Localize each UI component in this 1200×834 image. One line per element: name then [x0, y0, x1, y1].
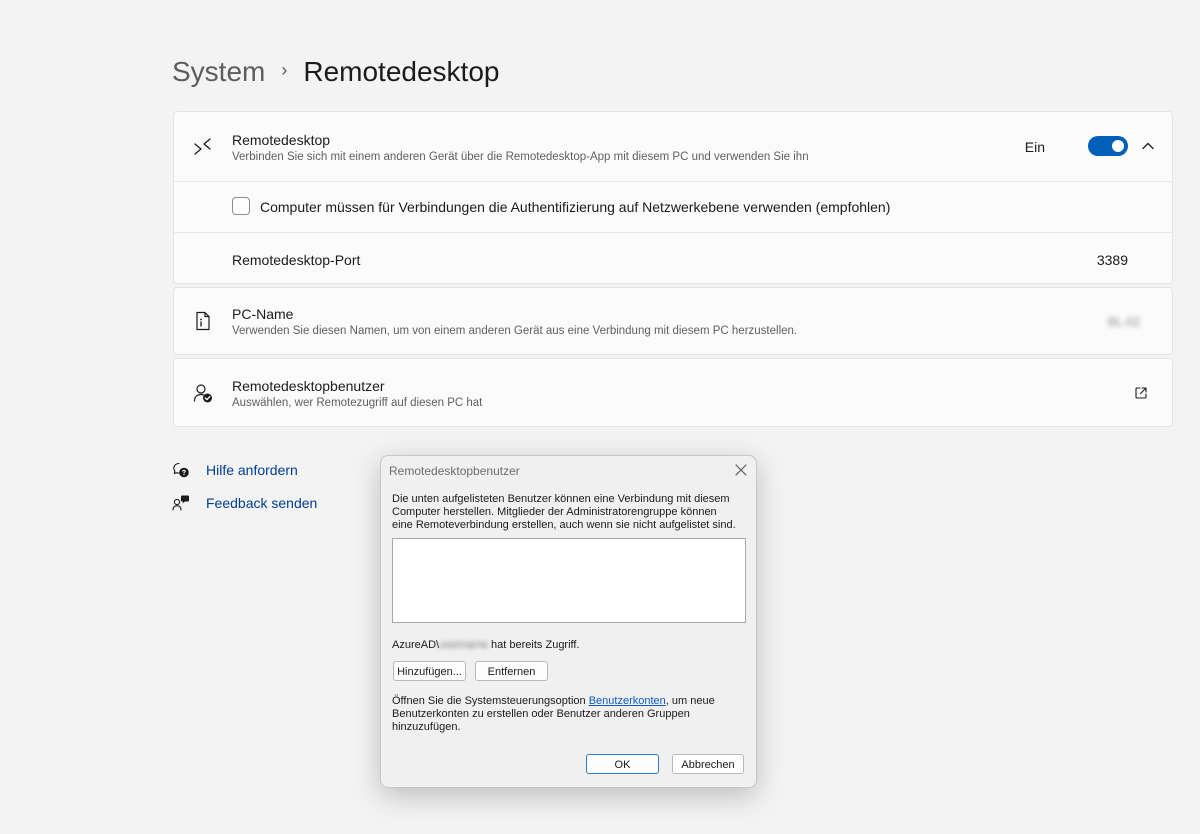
pc-name-card: PC-Name Verwenden Sie diesen Namen, um v…	[173, 287, 1173, 355]
cancel-button[interactable]: Abbrechen	[672, 754, 744, 774]
access-username: username	[439, 639, 488, 651]
help-link-text[interactable]: Hilfe anfordern	[206, 462, 298, 478]
remote-desktop-title: Remotedesktop	[232, 132, 331, 148]
add-button[interactable]: Hinzufügen...	[393, 661, 466, 681]
remote-users-title: Remotedesktopbenutzer	[232, 378, 385, 394]
remote-desktop-toggle[interactable]	[1088, 136, 1128, 156]
user-list-box[interactable]	[392, 538, 746, 623]
port-label: Remotedesktop-Port	[232, 252, 361, 268]
open-external-icon[interactable]	[1134, 386, 1148, 400]
user-accounts-link[interactable]: Benutzerkonten	[589, 695, 666, 707]
chevron-up-icon[interactable]	[1140, 138, 1156, 154]
remote-users-description: Auswählen, wer Remotezugriff auf diesen …	[232, 397, 483, 409]
toggle-state-label: Ein	[1024, 139, 1045, 155]
port-row: Remotedesktop-Port 3389	[174, 232, 1172, 283]
nla-checkbox-label[interactable]: Computer müssen für Verbindungen die Aut…	[260, 199, 890, 215]
access-suffix: hat bereits Zugriff.	[488, 639, 580, 651]
close-icon[interactable]	[734, 463, 748, 477]
port-value: 3389	[1096, 252, 1128, 268]
remote-desktop-row[interactable]: Remotedesktop Verbinden Sie sich mit ein…	[174, 112, 1172, 181]
feedback-icon	[172, 495, 189, 511]
pc-name-description: Verwenden Sie diesen Namen, um von einem…	[232, 325, 798, 337]
remote-users-dialog: Remotedesktopbenutzer Die unten aufgelis…	[380, 455, 757, 788]
remote-desktop-card: Remotedesktop Verbinden Sie sich mit ein…	[173, 111, 1173, 284]
access-prefix: AzureAD\	[392, 639, 440, 651]
info-prefix: Öffnen Sie die Systemsteuerungsoption	[392, 695, 589, 707]
dialog-info-text: Öffnen Sie die Systemsteuerungsoption Be…	[392, 695, 732, 734]
page-title: Remotedesktop	[303, 56, 500, 87]
remote-desktop-description: Verbinden Sie sich mit einem anderen Ger…	[232, 151, 809, 163]
user-check-icon	[193, 384, 212, 403]
toggle-knob	[1112, 140, 1124, 152]
remote-desktop-icon	[194, 138, 211, 155]
pc-name-value: BL-02	[1107, 315, 1140, 329]
breadcrumb-system[interactable]: System	[172, 56, 265, 88]
nla-row: Computer müssen für Verbindungen die Aut…	[174, 181, 1172, 232]
access-info: AzureAD\username hat bereits Zugriff.	[392, 639, 580, 651]
help-link[interactable]: Hilfe anfordern	[172, 461, 298, 479]
pc-info-icon	[196, 311, 210, 331]
dialog-title: Remotedesktopbenutzer	[389, 464, 520, 478]
ok-button[interactable]: OK	[586, 754, 659, 774]
pc-name-title: PC-Name	[232, 306, 294, 322]
breadcrumb: System › Remotedesktop	[172, 56, 499, 88]
nla-checkbox[interactable]	[232, 197, 250, 215]
help-chat-icon	[173, 462, 189, 478]
remote-users-card[interactable]: Remotedesktopbenutzer Auswählen, wer Rem…	[173, 358, 1173, 427]
feedback-link-text[interactable]: Feedback senden	[206, 495, 317, 511]
breadcrumb-separator: ›	[281, 59, 288, 80]
dialog-intro-text: Die unten aufgelisteten Benutzer können …	[392, 493, 736, 531]
remove-button[interactable]: Entfernen	[475, 661, 548, 681]
feedback-link[interactable]: Feedback senden	[172, 494, 317, 512]
